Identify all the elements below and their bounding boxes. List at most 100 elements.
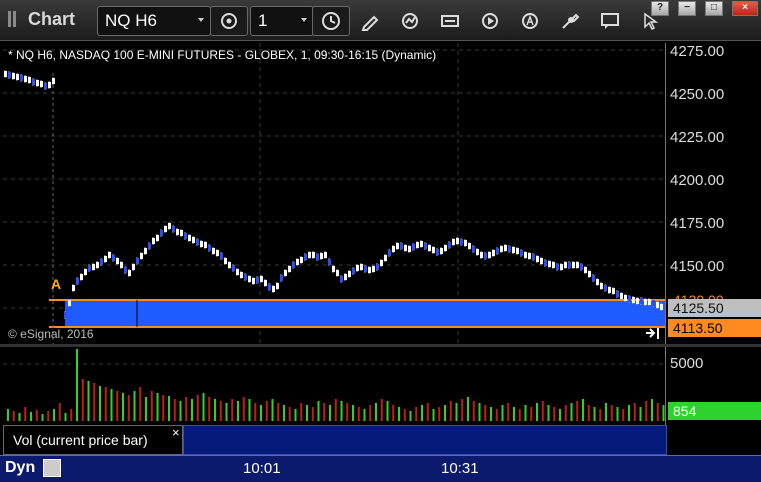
volume-bar: [507, 403, 510, 421]
volume-bar: [616, 407, 619, 421]
tools-icon[interactable]: [560, 11, 580, 31]
candle: [116, 258, 119, 264]
candle: [628, 296, 631, 302]
interval-input[interactable]: 1: [250, 6, 314, 36]
volume-bar: [570, 403, 573, 421]
volume-bar: [610, 405, 613, 421]
candle: [588, 271, 591, 277]
price-chart[interactable]: A: [3, 43, 665, 344]
candle: [348, 271, 351, 277]
clock-button[interactable]: [312, 6, 350, 36]
volume-bar: [329, 405, 331, 421]
candle: [372, 266, 375, 272]
candle: [152, 238, 155, 244]
price-axis[interactable]: 4275.00 4250.00 4225.00 4200.00 4175.00 …: [665, 43, 761, 344]
close-button[interactable]: ×: [732, 1, 758, 16]
candle: [72, 285, 75, 291]
candle: [328, 259, 331, 265]
volume-bar: [58, 403, 61, 421]
candle: [284, 270, 287, 276]
candle: [40, 81, 43, 87]
volume-bar: [593, 407, 596, 421]
candle: [564, 262, 567, 268]
volume-bar: [599, 409, 602, 421]
candle: [632, 297, 635, 303]
candle: [280, 275, 283, 281]
candle: [452, 239, 455, 245]
volume-bar: [225, 403, 228, 421]
candle: [420, 241, 423, 247]
volume-bar: [587, 405, 590, 421]
volume-bar: [317, 401, 320, 421]
volume-chart[interactable]: [3, 347, 671, 425]
volume-bar: [185, 397, 188, 421]
chat-icon[interactable]: [600, 11, 620, 31]
candle: [424, 243, 427, 249]
candle: [128, 270, 131, 276]
maximize-button[interactable]: □: [705, 1, 723, 16]
volume-bar: [47, 411, 50, 421]
chevron-down-icon[interactable]: [198, 18, 204, 22]
time-axis-bar[interactable]: Dyn 10:01 10:31: [0, 455, 761, 482]
volume-axis[interactable]: 5000 0 854: [665, 347, 761, 425]
volume-bar: [323, 403, 326, 421]
volume-bar: [248, 399, 251, 421]
volume-bar: [116, 391, 119, 421]
chevron-down-icon[interactable]: [301, 18, 307, 22]
candle: [644, 299, 647, 305]
volume-tick: 5000: [670, 355, 704, 372]
candle: [568, 262, 571, 268]
candle: [604, 285, 607, 291]
volume-bar: [386, 401, 389, 421]
alert-icon[interactable]: [520, 11, 540, 31]
volume-study-tab[interactable]: Vol (current price bar) ×: [3, 425, 183, 455]
help-button[interactable]: ?: [651, 1, 669, 16]
candle: [432, 247, 435, 253]
candle: [320, 253, 323, 259]
pencil-icon[interactable]: [360, 11, 380, 31]
candle: [224, 258, 227, 264]
volume-plot[interactable]: [3, 347, 671, 425]
price-tick: 4175.00: [670, 215, 725, 232]
volume-bar: [179, 401, 182, 421]
candle: [296, 259, 299, 265]
dynamic-settings-icon[interactable]: [43, 459, 61, 477]
candle: [136, 258, 139, 264]
symbol-input[interactable]: NQ H6: [97, 6, 211, 36]
volume-study-bar: [183, 425, 667, 455]
candle: [596, 279, 599, 285]
candle: [292, 262, 295, 268]
volume-bar: [582, 399, 584, 421]
copyright-label: © eSignal, 2016: [8, 327, 94, 341]
scroll-to-end-icon[interactable]: [646, 328, 659, 339]
window-grip-icon[interactable]: [8, 11, 22, 27]
volume-bar: [380, 399, 383, 421]
volume-bar: [426, 403, 429, 421]
volume-bar: [265, 401, 268, 421]
close-icon[interactable]: ×: [172, 425, 180, 440]
candle: [464, 240, 467, 246]
candle: [660, 304, 663, 310]
studies-icon[interactable]: [440, 11, 460, 31]
price-plot[interactable]: A: [3, 43, 665, 344]
candle: [448, 242, 451, 248]
price-tick: 4250.00: [670, 86, 725, 103]
volume-bar: [260, 405, 262, 421]
minimize-button[interactable]: −: [678, 1, 696, 16]
window-title: Chart: [28, 9, 76, 29]
dynamic-label[interactable]: Dyn: [5, 459, 35, 477]
volume-bar: [191, 399, 193, 421]
volume-bar: [547, 405, 550, 421]
candle: [408, 246, 411, 252]
candle: [472, 246, 475, 252]
candle: [156, 235, 159, 241]
volume-bar: [639, 407, 642, 421]
candle: [204, 242, 207, 248]
play-icon[interactable]: [480, 11, 500, 31]
refresh-settings-button[interactable]: [210, 6, 248, 36]
volume-bar: [524, 405, 527, 421]
volume-bar: [81, 379, 84, 421]
volume-bar: [518, 409, 521, 421]
redo-icon[interactable]: [400, 11, 420, 31]
volume-bar: [231, 399, 234, 421]
